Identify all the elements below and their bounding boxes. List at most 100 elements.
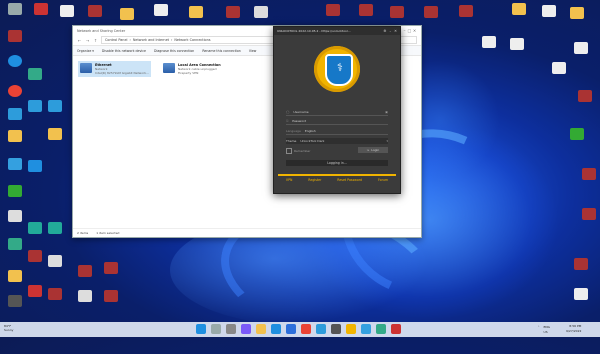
remember-checkbox[interactable]: Remember [286,148,310,154]
desktop-icon[interactable] [222,6,244,18]
desktop-icon[interactable] [4,158,26,170]
desktop-icon[interactable] [4,210,26,222]
unlocktool-taskbar-icon[interactable] [346,324,356,334]
desktop-icon[interactable] [538,5,560,17]
telegram-icon[interactable] [316,324,326,334]
chrome-icon[interactable] [301,324,311,334]
rename-connection-button[interactable]: Rename this connection [202,49,240,53]
desktop-icon[interactable] [24,160,46,172]
reset-password-link[interactable]: Reset Password [337,178,362,182]
desktop-icon[interactable] [100,290,122,302]
close-button[interactable]: ✕ [412,28,417,33]
desktop-icon[interactable] [185,6,207,18]
breadcrumb-item[interactable]: Network Connections [174,38,210,42]
desktop-icon[interactable] [150,4,172,16]
adapter-local-area-connection[interactable]: Local Area Connection Network cable unpl… [161,61,223,77]
forward-arrow-icon[interactable]: → [85,38,90,43]
desktop-icon[interactable] [478,36,500,48]
task-view-icon[interactable] [226,324,236,334]
desktop-icon[interactable] [100,262,122,274]
clock[interactable]: 8:56 PM 9/27/2022 [566,324,581,333]
unlocktool-window[interactable]: UNLOCKTOOL 2022.10.05.2 - https://unlock… [273,26,401,194]
app-icon[interactable] [391,324,401,334]
desktop-icon[interactable] [44,288,66,300]
desktop-icon[interactable] [74,290,96,302]
desktop-icon[interactable] [4,238,26,250]
up-arrow-icon[interactable]: ↑ [93,38,98,43]
minimize-button[interactable]: – [389,29,391,33]
desktop-icon[interactable] [24,250,46,262]
organize-menu[interactable]: Organize ▾ [77,49,94,53]
desktop-icon[interactable] [506,38,528,50]
breadcrumb-item[interactable]: Control Panel [105,38,127,42]
desktop-icon[interactable] [570,258,592,270]
desktop-icon[interactable] [548,62,570,74]
desktop-icon[interactable] [578,168,600,180]
desktop-icon[interactable] [44,100,66,112]
desktop-icon[interactable] [24,222,46,234]
desktop-icon[interactable] [56,5,78,17]
weather-widget[interactable]: 84°F Sunny [4,324,13,332]
desktop-icon[interactable] [420,6,442,18]
forum-link[interactable]: Forum [378,178,388,182]
desktop-icon[interactable] [570,42,592,54]
desktop-icon[interactable] [322,4,344,16]
desktop-icon[interactable] [566,7,588,19]
desktop-icon[interactable] [455,5,477,17]
login-button[interactable]: ↪ Login [358,147,388,153]
file-explorer-icon[interactable] [256,324,266,334]
desktop-icon[interactable] [4,270,26,282]
desktop-icon[interactable] [4,55,26,67]
desktop-icon[interactable] [4,185,26,197]
desktop-icon[interactable] [250,6,272,18]
desktop-icon[interactable] [84,5,106,17]
desktop-icon[interactable] [578,208,600,220]
desktop-icon[interactable] [4,295,26,307]
desktop-icon[interactable] [508,3,530,15]
desktop-icon[interactable] [74,265,96,277]
desktop-icon[interactable] [355,4,377,16]
desktop-icon[interactable] [570,288,592,300]
desktop-icon[interactable] [44,222,66,234]
desktop-icon[interactable] [24,100,46,112]
desktop-icon[interactable] [4,108,26,120]
diagnose-connection-button[interactable]: Diagnose this connection [154,49,194,53]
close-button[interactable]: ✕ [394,29,397,33]
desktop-icon[interactable] [566,128,588,140]
desktop-icon[interactable] [30,3,52,15]
desktop-icon[interactable] [4,85,26,97]
start-button[interactable] [196,324,206,334]
edge-icon[interactable] [271,324,281,334]
checkbox-box[interactable] [286,148,292,154]
desktop-icon[interactable] [116,8,138,20]
store-icon[interactable] [286,324,296,334]
teams-icon[interactable] [241,324,251,334]
breadcrumb-item[interactable]: Network and Internet [133,38,169,42]
username-field[interactable]: ◯ Username ▣ [286,109,388,116]
control-panel-icon[interactable] [331,324,341,334]
language-select[interactable]: Language English [286,128,388,135]
password-field[interactable]: ⚿ Password [286,118,388,125]
language-indicator[interactable]: ENG US [544,325,550,334]
disable-device-button[interactable]: Disable this network device [102,49,146,53]
desktop-icon[interactable] [386,6,408,18]
app-icon[interactable] [376,324,386,334]
desktop-icon[interactable] [24,285,46,297]
theme-select[interactable]: Theme UnlockTool Dark ▾ [286,138,388,144]
register-link[interactable]: Register [308,178,321,182]
desktop-icon[interactable] [574,90,596,102]
desktop-icon[interactable] [4,30,26,42]
tool-titlebar[interactable]: UNLOCKTOOL 2022.10.05.2 - https://unlock… [274,27,400,35]
back-arrow-icon[interactable]: ← [77,38,82,43]
desktop-icon[interactable] [44,128,66,140]
teamviewer-icon[interactable] [361,324,371,334]
settings-gear-icon[interactable]: ⚙ [383,29,386,33]
view-menu[interactable]: View [249,49,257,53]
desktop-icon[interactable] [4,3,26,15]
vpn-link[interactable]: VPN [286,178,293,182]
desktop-icon[interactable] [24,68,46,80]
desktop-icon[interactable] [44,255,66,267]
search-icon[interactable] [211,324,221,334]
adapter-ethernet[interactable]: Ethernet Network Intel(R) 82579LM Gigabi… [78,61,151,77]
desktop-icon[interactable] [4,130,26,142]
